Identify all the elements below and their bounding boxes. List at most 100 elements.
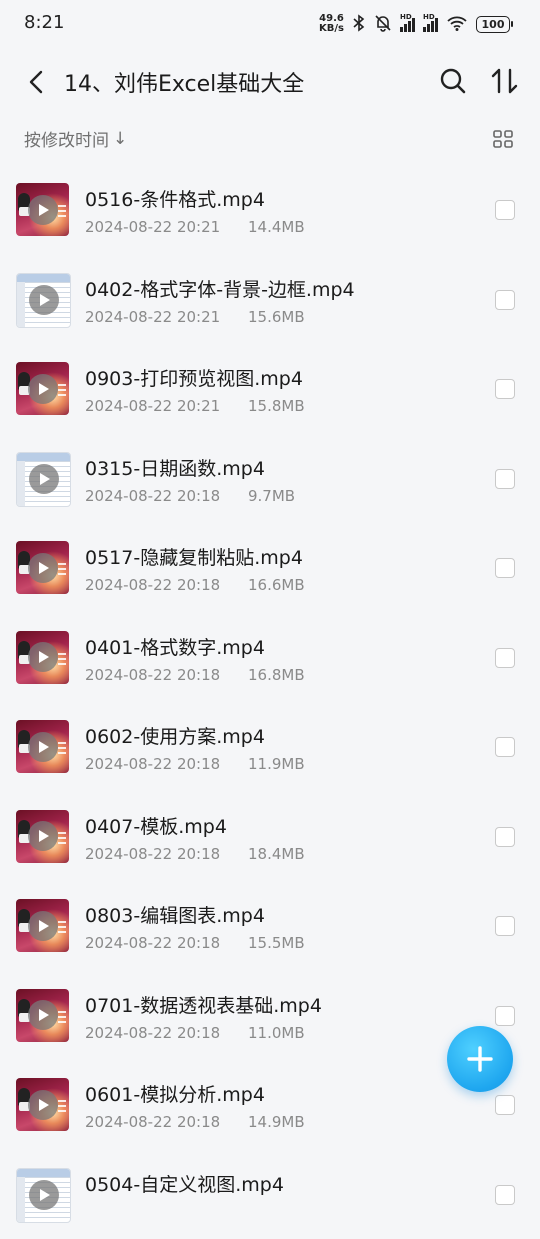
thumbnail-text-line bbox=[58, 1110, 66, 1112]
video-thumbnail bbox=[16, 899, 69, 952]
back-button[interactable] bbox=[20, 64, 52, 100]
mute-bell-icon bbox=[374, 14, 392, 35]
file-row[interactable]: 0407-模板.mp42024-08-22 20:1818.4MB bbox=[0, 792, 540, 882]
select-checkbox[interactable] bbox=[495, 200, 515, 220]
plus-icon bbox=[465, 1044, 495, 1074]
thumbnail-text-line bbox=[58, 658, 66, 660]
thumbnail-text-line bbox=[58, 1100, 66, 1102]
signal-icon: HD bbox=[423, 16, 438, 32]
file-date: 2024-08-22 20:18 bbox=[85, 934, 220, 952]
select-checkbox[interactable] bbox=[495, 290, 515, 310]
play-icon bbox=[28, 642, 58, 672]
file-size: 11.9MB bbox=[248, 755, 305, 773]
network-speed: 49.6 KB/s bbox=[319, 14, 344, 34]
play-icon bbox=[29, 1180, 59, 1210]
wifi-icon bbox=[446, 14, 468, 35]
sort-by-modified-time[interactable]: 按修改时间 ↓ bbox=[24, 126, 127, 151]
add-button[interactable] bbox=[447, 1026, 513, 1092]
status-time: 8:21 bbox=[24, 12, 64, 33]
file-row[interactable]: 0903-打印预览视图.mp42024-08-22 20:2115.8MB bbox=[0, 344, 540, 434]
file-size: 15.8MB bbox=[248, 397, 305, 415]
thumbnail-text-line bbox=[58, 832, 66, 834]
play-icon bbox=[29, 285, 59, 315]
file-size: 9.7MB bbox=[248, 487, 295, 505]
file-row[interactable]: 0602-使用方案.mp42024-08-22 20:1811.9MB bbox=[0, 702, 540, 792]
thumbnail-text-line bbox=[58, 1105, 66, 1107]
grid-view-button[interactable] bbox=[492, 128, 514, 150]
grid-view-icon bbox=[492, 128, 514, 150]
thumbnail-text-line bbox=[58, 742, 66, 744]
select-checkbox[interactable] bbox=[495, 648, 515, 668]
file-date: 2024-08-22 20:18 bbox=[85, 845, 220, 863]
play-icon bbox=[28, 553, 58, 583]
select-checkbox[interactable] bbox=[495, 1095, 515, 1115]
thumbnail-text-line bbox=[58, 931, 66, 933]
video-thumbnail bbox=[16, 810, 69, 863]
select-checkbox[interactable] bbox=[495, 379, 515, 399]
video-thumbnail bbox=[16, 989, 69, 1042]
select-checkbox[interactable] bbox=[495, 469, 515, 489]
search-button[interactable] bbox=[438, 66, 470, 98]
file-row[interactable]: 0315-日期函数.mp42024-08-22 20:189.7MB bbox=[0, 434, 540, 524]
select-checkbox[interactable] bbox=[495, 827, 515, 847]
video-thumbnail bbox=[16, 183, 69, 236]
thumbnail-text-line bbox=[58, 210, 66, 212]
file-name: 0504-自定义视图.mp4 bbox=[85, 1170, 284, 1197]
thumbnail-text-line bbox=[58, 568, 66, 570]
signal-icon: HD bbox=[400, 16, 415, 32]
video-thumbnail bbox=[16, 541, 69, 594]
select-checkbox[interactable] bbox=[495, 916, 515, 936]
file-row[interactable]: 0803-编辑图表.mp42024-08-22 20:1815.5MB bbox=[0, 881, 540, 971]
thumbnail-text-line bbox=[58, 663, 66, 665]
file-name: 0516-条件格式.mp4 bbox=[85, 185, 265, 212]
thumbnail-text-line bbox=[58, 926, 66, 928]
select-checkbox[interactable] bbox=[495, 1185, 515, 1205]
sort-button[interactable] bbox=[490, 66, 522, 98]
video-thumbnail bbox=[16, 631, 69, 684]
play-icon bbox=[28, 195, 58, 225]
file-size: 16.8MB bbox=[248, 666, 305, 684]
file-name: 0903-打印预览视图.mp4 bbox=[85, 364, 303, 391]
file-name: 0517-隐藏复制粘贴.mp4 bbox=[85, 543, 303, 570]
play-icon bbox=[28, 374, 58, 404]
sort-direction-arrow: ↓ bbox=[113, 129, 127, 149]
select-checkbox[interactable] bbox=[495, 737, 515, 757]
status-icons: 49.6 KB/s HD HD 100 bbox=[319, 12, 510, 36]
thumbnail-text-line bbox=[58, 752, 66, 754]
play-icon bbox=[28, 732, 58, 762]
select-checkbox[interactable] bbox=[495, 558, 515, 578]
file-row[interactable]: 0517-隐藏复制粘贴.mp42024-08-22 20:1816.6MB bbox=[0, 523, 540, 613]
file-date: 2024-08-22 20:18 bbox=[85, 1024, 220, 1042]
file-row[interactable]: 0401-格式数字.mp42024-08-22 20:1816.8MB bbox=[0, 613, 540, 703]
file-date: 2024-08-22 20:21 bbox=[85, 308, 220, 326]
thumbnail-text-line bbox=[58, 563, 66, 565]
thumbnail-text-line bbox=[58, 837, 66, 839]
video-thumbnail bbox=[16, 1078, 69, 1131]
file-name: 0407-模板.mp4 bbox=[85, 812, 227, 839]
page-title: 14、刘伟Excel基础大全 bbox=[64, 66, 304, 98]
video-thumbnail bbox=[16, 273, 71, 328]
file-date: 2024-08-22 20:18 bbox=[85, 1113, 220, 1131]
thumbnail-text-line bbox=[58, 921, 66, 923]
play-icon bbox=[28, 1090, 58, 1120]
signal-hd-label: HD bbox=[400, 13, 412, 21]
signal-hd-label: HD bbox=[423, 13, 435, 21]
file-row[interactable]: 0402-格式字体-背景-边框.mp42024-08-22 20:2115.6M… bbox=[0, 255, 540, 345]
play-icon bbox=[28, 1000, 58, 1030]
status-bar: 8:21 49.6 KB/s HD HD 100 bbox=[0, 0, 540, 48]
file-date: 2024-08-22 20:18 bbox=[85, 755, 220, 773]
file-row[interactable]: 0516-条件格式.mp42024-08-22 20:2114.4MB bbox=[0, 165, 540, 255]
thumbnail-text-line bbox=[58, 384, 66, 386]
play-icon bbox=[29, 464, 59, 494]
thumbnail-text-line bbox=[58, 205, 66, 207]
play-icon bbox=[28, 821, 58, 851]
select-checkbox[interactable] bbox=[495, 1006, 515, 1026]
sort-icon bbox=[490, 66, 520, 96]
search-icon bbox=[438, 66, 468, 96]
file-name: 0401-格式数字.mp4 bbox=[85, 633, 265, 660]
battery-indicator: 100 bbox=[476, 16, 510, 33]
app-header: 14、刘伟Excel基础大全 bbox=[0, 48, 540, 116]
file-row[interactable]: 0504-自定义视图.mp4 bbox=[0, 1150, 540, 1239]
thumbnail-text-line bbox=[58, 394, 66, 396]
file-date: 2024-08-22 20:21 bbox=[85, 218, 220, 236]
